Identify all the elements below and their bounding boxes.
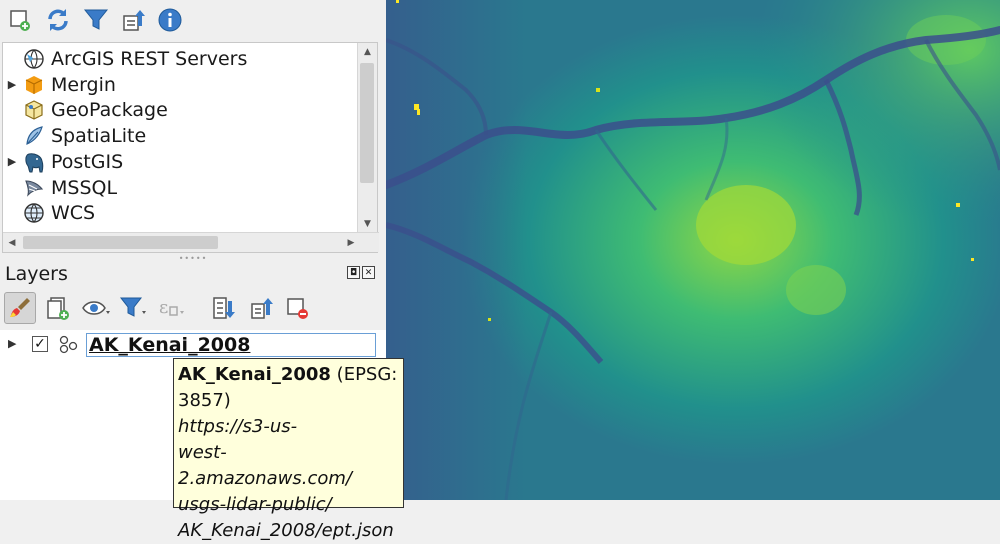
remove-layer-icon [287, 298, 308, 319]
tooltip-uri-line: west-2.amazonaws.com/ [178, 442, 352, 489]
expand-arrow-icon[interactable]: ▶ [3, 78, 21, 91]
elevation-raster [386, 0, 1000, 500]
browser-item-label: ArcGIS REST Servers [51, 48, 248, 70]
eye-icon [82, 301, 110, 315]
browser-toolbar [0, 0, 386, 42]
browser-item-label: WCS [51, 202, 96, 225]
layers-toolbar: ε [0, 290, 386, 328]
globe-arcgis-icon [21, 48, 47, 70]
elephant-icon [21, 151, 47, 173]
expand-all-icon [213, 297, 235, 319]
filter-legend-button[interactable] [118, 292, 150, 324]
map-canvas[interactable] [386, 0, 1000, 500]
browser-item[interactable]: MSSQL [3, 175, 357, 201]
tooltip-layer-name: AK_Kenai_2008 [178, 364, 331, 385]
browser-item-label: MSSQL [51, 176, 118, 199]
add-group-button[interactable] [42, 292, 74, 324]
tooltip-uri-line: https://s3-us- [178, 416, 298, 437]
panel-splitter[interactable]: ••••• [0, 254, 386, 263]
refresh-icon [48, 9, 68, 31]
scroll-right-icon[interactable]: ▶ [342, 233, 360, 252]
float-icon: ◘ [349, 268, 358, 278]
browser-item[interactable]: GeoPackage [3, 97, 357, 123]
browser-item-label: Mergin [51, 73, 116, 96]
layer-styling-button[interactable] [4, 292, 36, 324]
browser-item[interactable]: WCS [3, 200, 357, 226]
feather-icon [21, 125, 47, 147]
browser-item[interactable]: ArcGIS REST Servers [3, 46, 357, 72]
add-group-icon [47, 297, 69, 320]
filter-icon [119, 297, 146, 317]
browser-tree[interactable]: ArcGIS REST Servers ▶ Mergin GeoPackage Spat… [2, 42, 379, 253]
scroll-thumb[interactable] [23, 236, 218, 249]
layer-tooltip: AK_Kenai_2008 (EPSG: 3857) https://s3-us… [173, 358, 404, 541]
layer-visibility-checkbox[interactable]: ✓ [32, 336, 48, 352]
collapse-all-icon [123, 10, 145, 31]
expand-arrow-icon[interactable]: ▶ [3, 155, 21, 168]
collapse-all-button[interactable] [120, 6, 148, 34]
close-panel-button[interactable]: ✕ [362, 266, 375, 279]
scroll-thumb[interactable] [360, 63, 374, 183]
globe-icon [21, 202, 47, 224]
filter-expression-button[interactable]: ε [156, 292, 188, 324]
add-layer-icon [10, 10, 30, 31]
browser-item-label: GeoPackage [51, 99, 168, 122]
scroll-left-icon[interactable]: ◀ [3, 233, 21, 252]
browser-item[interactable]: ▶ PostGIS [3, 149, 357, 175]
refresh-button[interactable] [44, 6, 72, 34]
expression-icon: ε [159, 297, 184, 318]
paintbrush-icon [10, 298, 30, 317]
scroll-down-icon[interactable]: ▼ [358, 215, 377, 233]
filter-button[interactable] [82, 6, 110, 34]
expand-all-button[interactable] [208, 292, 240, 324]
filter-icon [83, 9, 109, 30]
collapse-all-icon [251, 298, 273, 319]
geopackage-icon [21, 99, 47, 121]
info-icon [158, 8, 182, 32]
properties-button[interactable] [156, 6, 184, 34]
browser-item-label: PostGIS [51, 150, 124, 173]
browser-item[interactable]: ▶ Mergin [3, 72, 357, 98]
layers-panel-title: Layers [5, 263, 68, 285]
cube-icon [21, 74, 47, 96]
layer-name-label[interactable]: AK_Kenai_2008 [86, 333, 376, 357]
svg-text:ε: ε [159, 297, 168, 318]
browser-horizontal-scrollbar[interactable]: ◀ ▶ [3, 232, 379, 252]
remove-layer-button[interactable] [282, 292, 314, 324]
mssql-icon [21, 177, 47, 199]
browser-item[interactable]: SpatiaLite [3, 123, 357, 149]
close-icon: ✕ [364, 268, 373, 278]
collapse-all-layers-button[interactable] [246, 292, 278, 324]
add-layer-button[interactable] [6, 6, 34, 34]
layer-row[interactable]: ▶ ✓ AK_Kenai_2008 [0, 332, 380, 358]
browser-item-label: SpatiaLite [51, 125, 147, 148]
manage-visibility-button[interactable] [80, 292, 112, 324]
tooltip-uri-line: AK_Kenai_2008/ept.json [178, 520, 394, 541]
float-panel-button[interactable]: ◘ [347, 266, 360, 279]
point-cloud-icon [59, 335, 78, 354]
scroll-up-icon[interactable]: ▲ [358, 43, 377, 61]
browser-vertical-scrollbar[interactable]: ▲ ▼ [357, 43, 377, 233]
expand-arrow-icon[interactable]: ▶ [8, 337, 16, 350]
tooltip-uri-line: usgs-lidar-public/ [178, 494, 332, 515]
